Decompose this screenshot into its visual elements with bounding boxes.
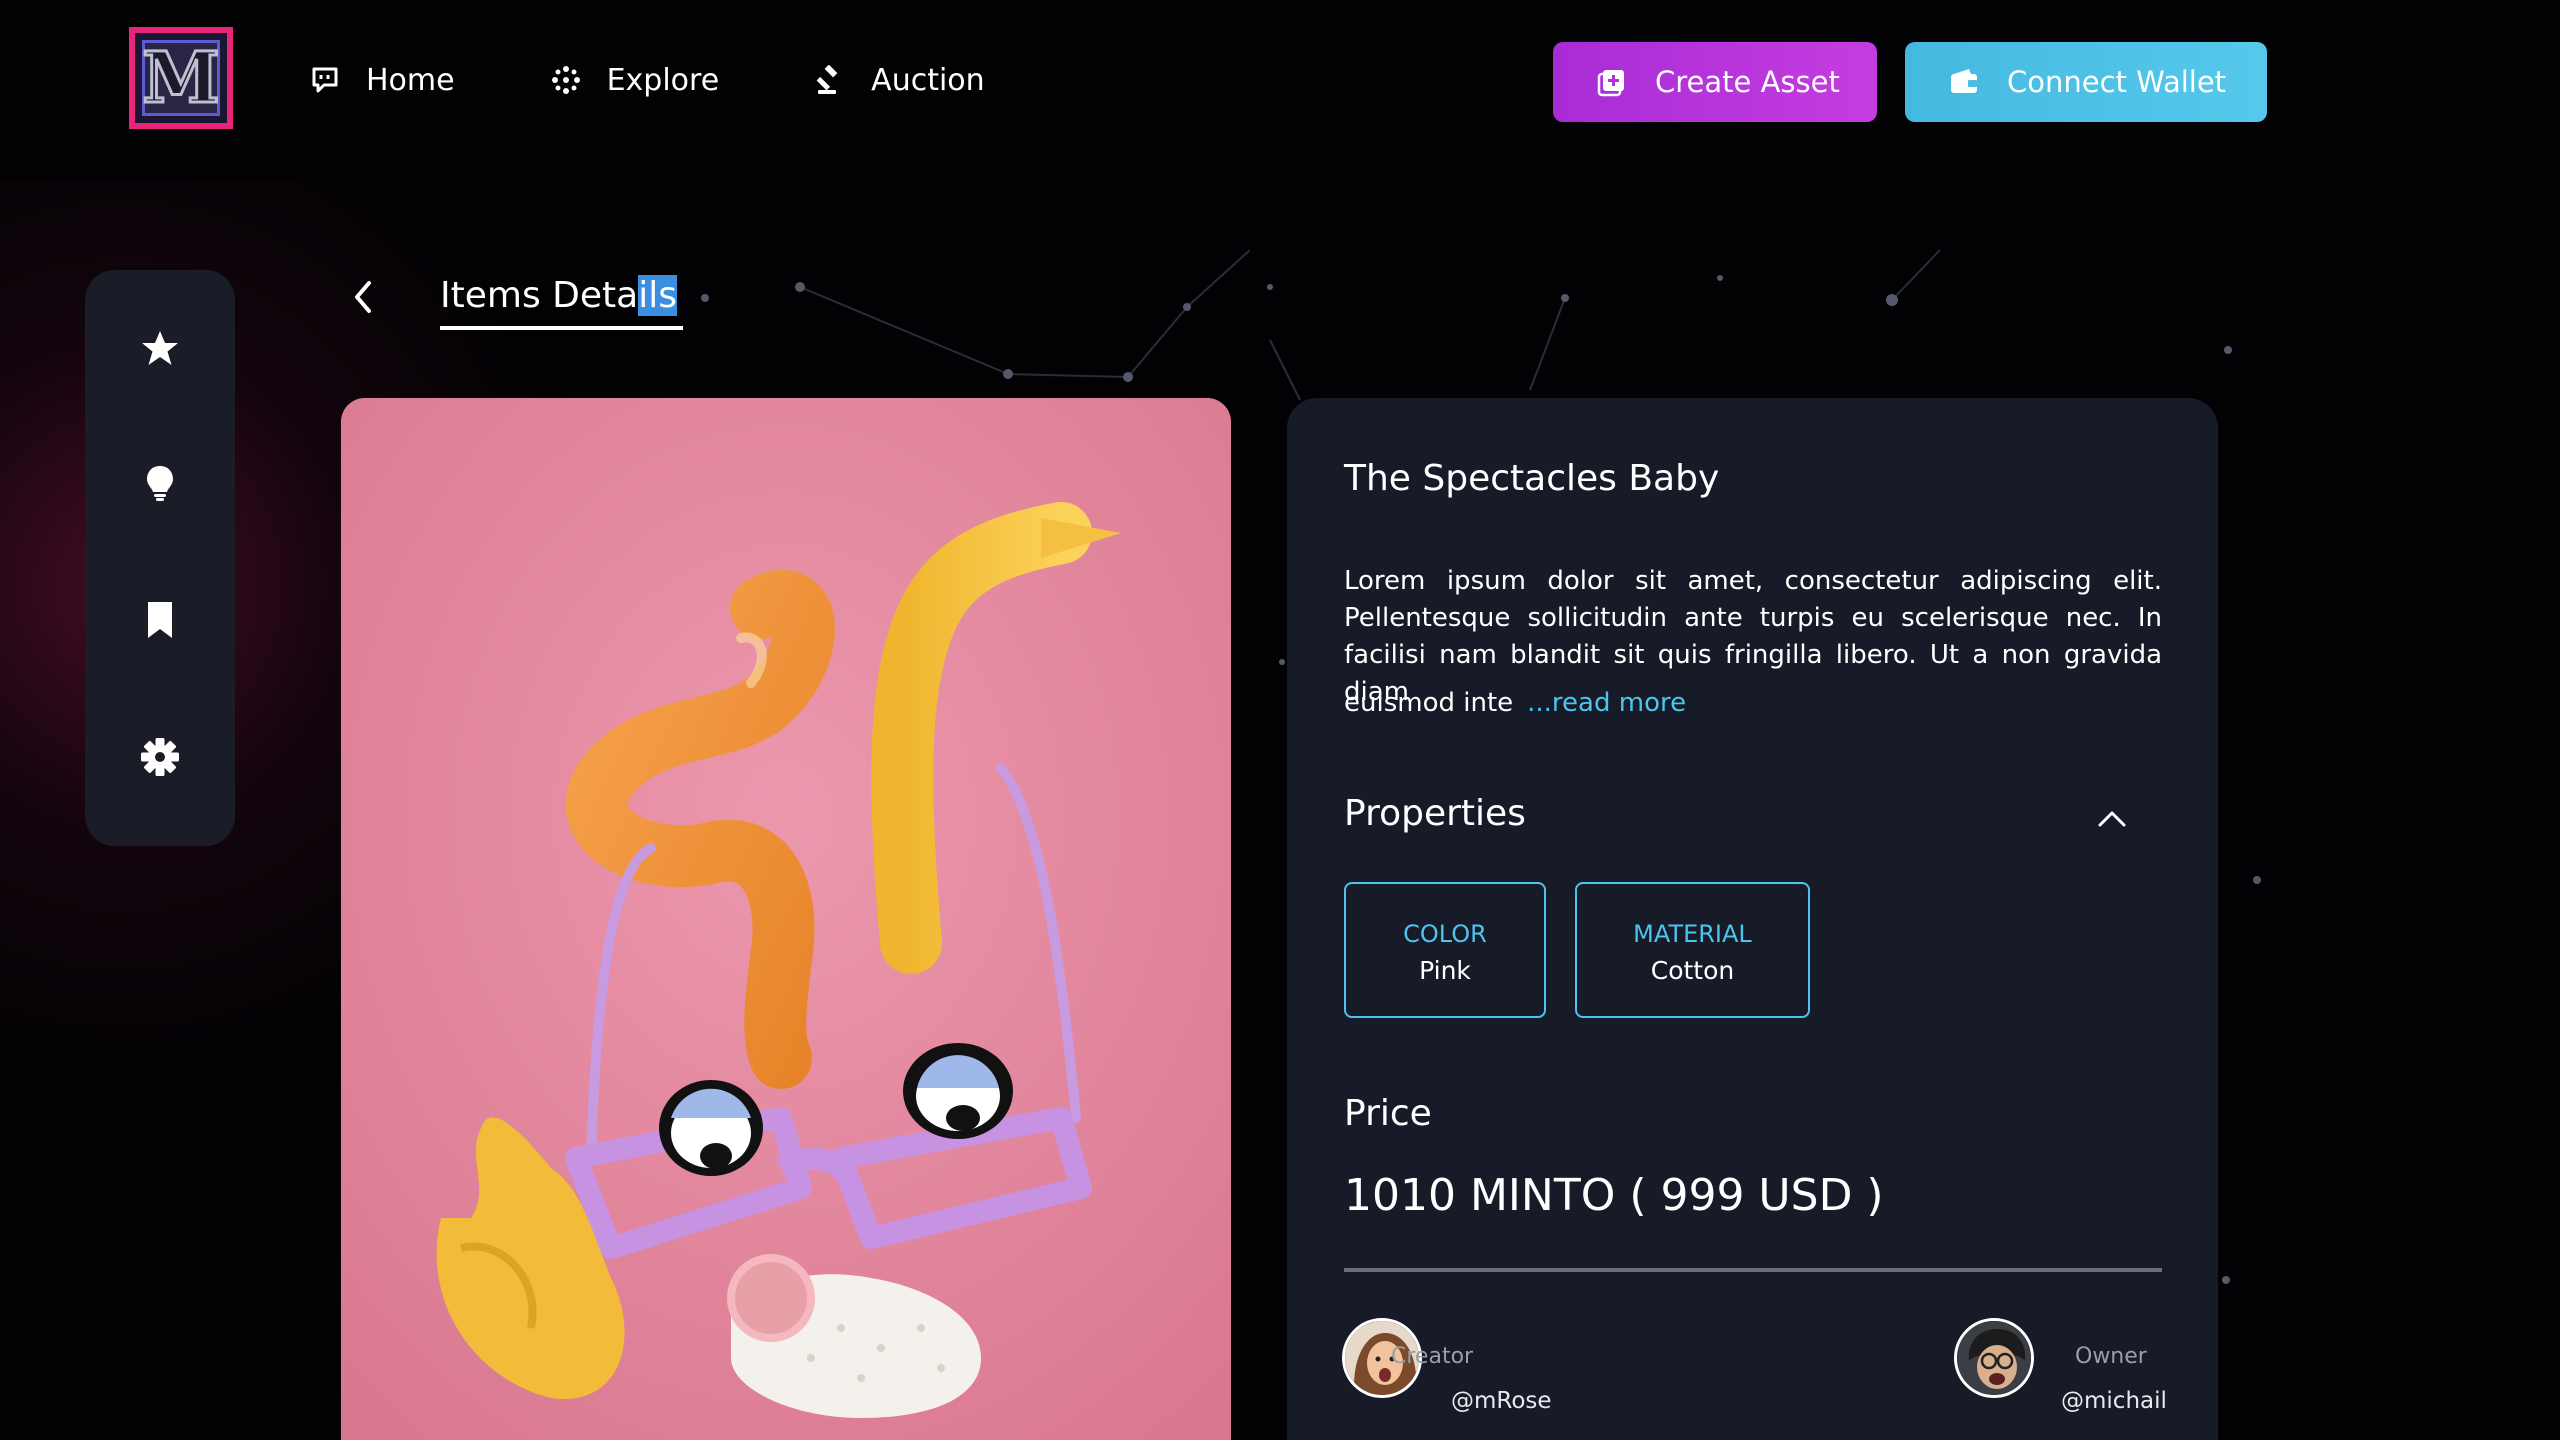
divider (1344, 1268, 2162, 1272)
wallet-icon (1951, 69, 1977, 93)
read-more-link[interactable]: ...read more (1527, 688, 1686, 718)
logo-letter: M (141, 36, 221, 119)
explore-dots-icon (551, 66, 580, 94)
lightbulb-icon[interactable] (140, 463, 180, 503)
sidebar (85, 270, 235, 846)
chat-bubble-icon (312, 67, 338, 93)
price-title: Price (1344, 1093, 1432, 1134)
property-value: Cotton (1650, 956, 1735, 985)
item-image (341, 398, 1231, 1440)
price-value: 1010 MINTO ( 999 USD ) (1344, 1170, 1884, 1221)
owner-avatar[interactable] (1954, 1318, 2034, 1398)
bookmark-icon[interactable] (140, 600, 180, 640)
item-description-tail-row: euismod inte ...read more (1344, 688, 1686, 718)
item-image-illustration (341, 398, 1231, 1440)
main-nav: Home Explore Auction (310, 52, 1081, 108)
logo[interactable]: M (129, 27, 233, 129)
property-color: COLOR Pink (1344, 882, 1546, 1018)
connect-wallet-label: Connect Wallet (2007, 65, 2227, 99)
nav-item-home[interactable]: Home (310, 52, 455, 108)
property-key: MATERIAL (1633, 920, 1752, 948)
create-asset-label: Create Asset (1655, 65, 1840, 99)
gavel-icon (816, 65, 838, 94)
owner-label: Owner (2075, 1344, 2147, 1369)
nav-item-auction[interactable]: Auction (815, 52, 985, 108)
creator-handle[interactable]: @mRose (1451, 1388, 1552, 1414)
property-value: Pink (1419, 956, 1471, 985)
logo-inner: M (141, 36, 221, 119)
item-description-tail: euismod inte (1344, 688, 1514, 718)
creator-label: Creator (1391, 1344, 1474, 1369)
nav-label-auction: Auction (871, 62, 985, 98)
chevron-up-icon[interactable] (2092, 803, 2132, 833)
nav-label-explore: Explore (606, 62, 720, 98)
gear-icon[interactable] (140, 737, 180, 777)
star-icon[interactable] (140, 328, 180, 368)
property-material: MATERIAL Cotton (1575, 882, 1810, 1018)
owner-avatar-image (1957, 1321, 2031, 1395)
page-title: Items Details (440, 275, 677, 316)
create-asset-button[interactable]: Create Asset (1553, 42, 1877, 122)
back-chevron-icon[interactable] (345, 275, 381, 319)
page-title-selection: ils (638, 275, 677, 316)
add-image-icon (1597, 70, 1624, 97)
nav-item-explore[interactable]: Explore (551, 52, 720, 108)
page-title-main: Items Deta (440, 275, 639, 316)
property-key: COLOR (1403, 920, 1487, 948)
owner-handle[interactable]: @michail (2061, 1388, 2167, 1414)
nav-label-home: Home (366, 62, 455, 98)
item-info-panel: The Spectacles Baby Lorem ipsum dolor si… (1287, 398, 2218, 1440)
properties-title: Properties (1344, 793, 1526, 834)
item-name: The Spectacles Baby (1344, 458, 1720, 499)
connect-wallet-button[interactable]: Connect Wallet (1905, 42, 2267, 122)
page: M Home Explore Auction Create Asset Conn… (0, 0, 2560, 1440)
page-title-wrap: Items Details (440, 270, 683, 330)
page-title-underline (440, 326, 683, 330)
